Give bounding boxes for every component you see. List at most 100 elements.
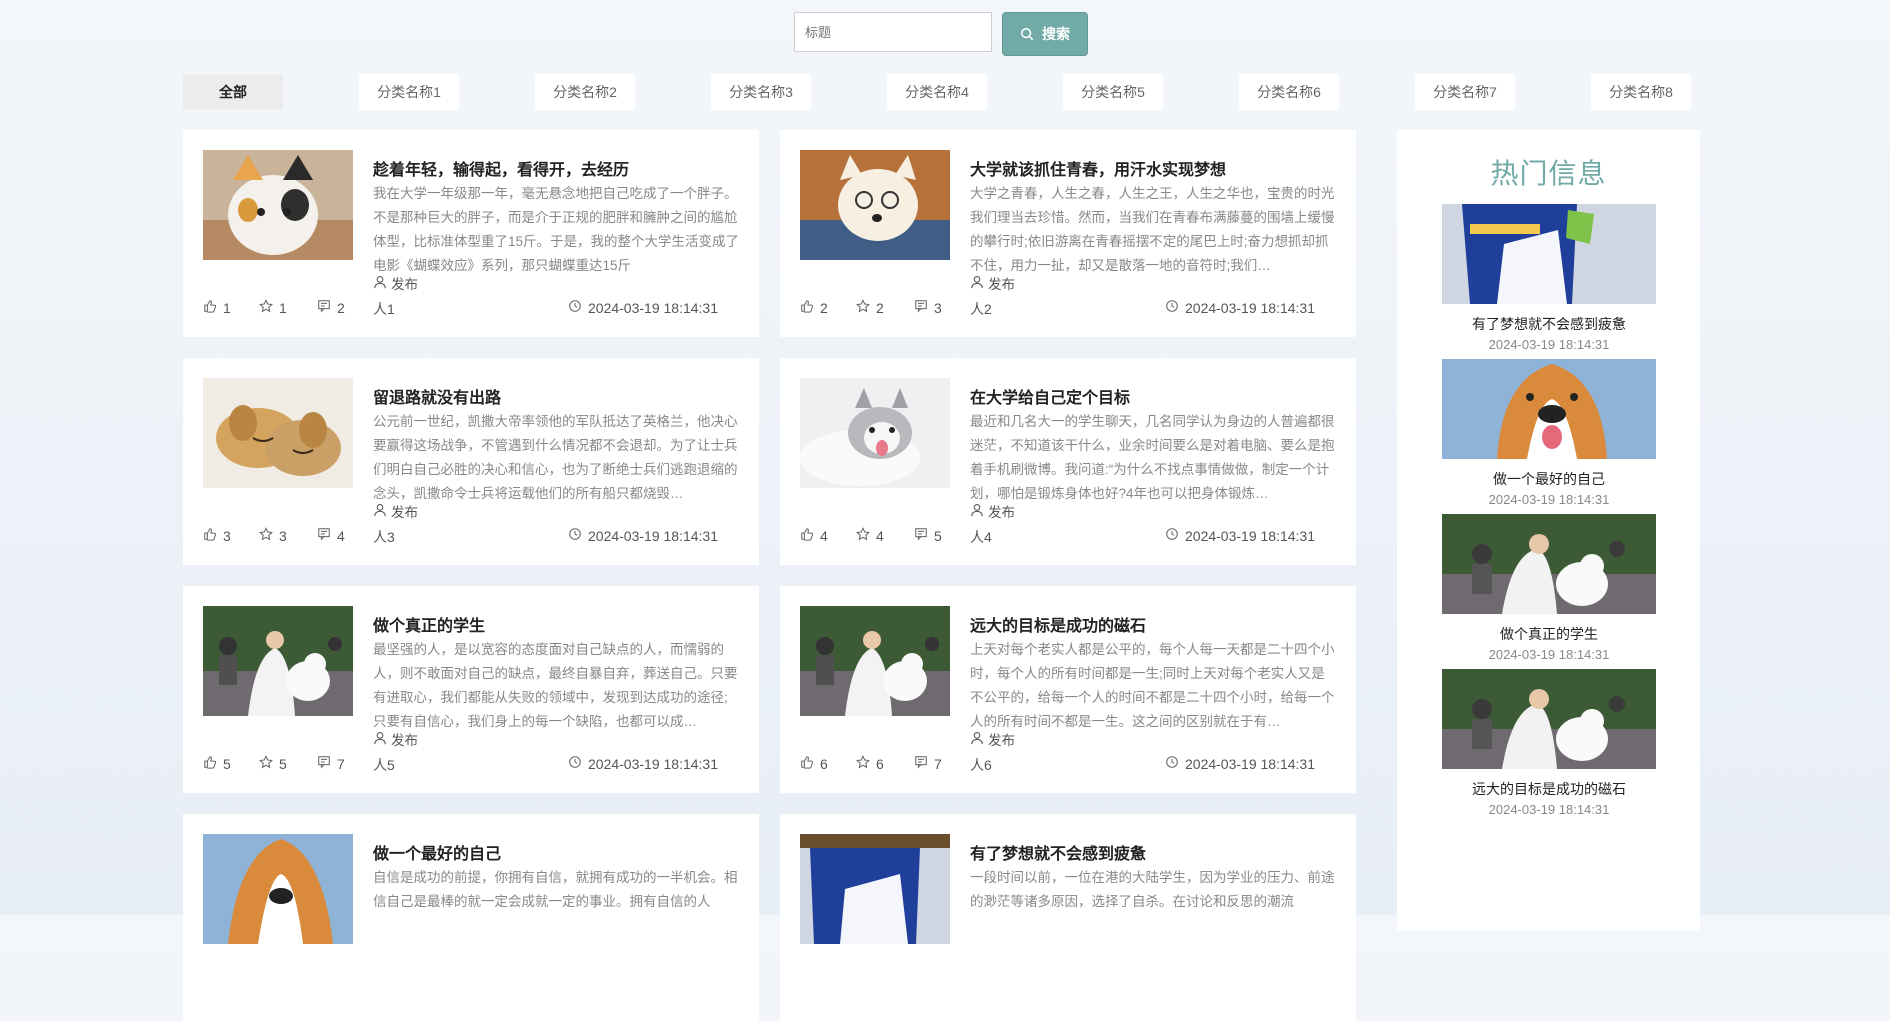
user-icon: [970, 275, 984, 292]
favorite-count-value: 1: [279, 299, 287, 316]
hot-item-title: 有了梦想就不会感到疲惫: [1472, 316, 1626, 332]
post-card[interactable]: 做一个最好的自己 自信是成功的前提，你拥有自信，就拥有成功的一半机会。相信自己是…: [183, 814, 759, 1021]
post-thumbnail[interactable]: [203, 378, 353, 488]
hot-item[interactable]: 做个真正的学生 2024-03-19 18:14:31: [1442, 514, 1656, 662]
thumbs-up-icon: [203, 527, 217, 544]
thumbs-up-icon: [800, 527, 814, 544]
like-count[interactable]: 3: [203, 527, 231, 544]
search-button-label: 搜索: [1042, 26, 1070, 42]
post-thumbnail[interactable]: [203, 150, 353, 260]
post-thumbnail[interactable]: [800, 150, 950, 260]
favorite-count-value: 4: [876, 527, 884, 544]
hot-item[interactable]: 有了梦想就不会感到疲惫 2024-03-19 18:14:31: [1442, 204, 1656, 352]
hot-item-title: 远大的目标是成功的磁石: [1472, 781, 1626, 797]
post-card[interactable]: 远大的目标是成功的磁石 上天对每个老实人都是公平的，每个人每一天都是二十四个小时…: [780, 586, 1356, 793]
user-icon: [373, 275, 387, 292]
user-icon: [970, 731, 984, 748]
favorite-count[interactable]: 5: [259, 755, 287, 772]
post-user: 人6: [970, 757, 992, 773]
post-date-value: 2024-03-19 18:14:31: [1185, 527, 1315, 544]
post-title[interactable]: 远大的目标是成功的磁石: [970, 612, 1146, 636]
category-tab-2[interactable]: 分类名称2: [535, 74, 635, 110]
post-user: 人2: [970, 301, 992, 317]
post-title[interactable]: 趁着年轻，输得起，看得开，去经历: [373, 156, 629, 180]
hot-item-image: [1442, 204, 1656, 304]
post-author-label: 发布: [391, 277, 418, 292]
category-tab-5[interactable]: 分类名称5: [1063, 74, 1163, 110]
post-date-value: 2024-03-19 18:14:31: [1185, 755, 1315, 772]
comment-count[interactable]: 7: [914, 755, 942, 772]
like-count[interactable]: 2: [800, 299, 828, 316]
comment-count[interactable]: 4: [317, 527, 345, 544]
comment-count[interactable]: 3: [914, 299, 942, 316]
post-date: 2024-03-19 18:14:31: [1165, 527, 1315, 544]
category-tab-8[interactable]: 分类名称8: [1591, 74, 1691, 110]
like-count[interactable]: 1: [203, 299, 231, 316]
favorite-count-value: 3: [279, 527, 287, 544]
post-thumbnail[interactable]: [800, 834, 950, 944]
like-count-value: 4: [820, 527, 828, 544]
comment-count[interactable]: 5: [914, 527, 942, 544]
favorite-count[interactable]: 1: [259, 299, 287, 316]
post-card[interactable]: 留退路就没有出路 公元前一世纪，凯撒大帝率领他的军队抵达了英格兰，他决心要赢得这…: [183, 358, 759, 565]
hot-item[interactable]: 做一个最好的自己 2024-03-19 18:14:31: [1442, 359, 1656, 507]
comment-icon: [914, 299, 928, 316]
post-date-value: 2024-03-19 18:14:31: [1185, 299, 1315, 316]
post-card[interactable]: 做个真正的学生 最坚强的人，是以宽容的态度面对自己缺点的人，而懦弱的人，则不敢面…: [183, 586, 759, 793]
post-thumbnail[interactable]: [203, 834, 353, 944]
post-card[interactable]: 有了梦想就不会感到疲惫 一段时间以前，一位在港的大陆学生，因为学业的压力、前途的…: [780, 814, 1356, 1021]
post-author: 发布: [970, 501, 1015, 521]
favorite-count[interactable]: 6: [856, 755, 884, 772]
post-date: 2024-03-19 18:14:31: [568, 299, 718, 316]
category-tab-7[interactable]: 分类名称7: [1415, 74, 1515, 110]
category-tab-4[interactable]: 分类名称4: [887, 74, 987, 110]
hot-item-image: [1442, 669, 1656, 769]
post-thumbnail[interactable]: [203, 606, 353, 716]
clock-icon: [1165, 299, 1179, 316]
category-tab-3[interactable]: 分类名称3: [711, 74, 811, 110]
hot-item[interactable]: 远大的目标是成功的磁石 2024-03-19 18:14:31: [1442, 669, 1656, 817]
post-excerpt: 公元前一世纪，凯撒大帝率领他的军队抵达了英格兰，他决心要赢得这场战争，不管遇到什…: [373, 414, 738, 501]
favorite-count[interactable]: 2: [856, 299, 884, 316]
post-title[interactable]: 有了梦想就不会感到疲惫: [970, 840, 1146, 864]
post-card[interactable]: 大学就该抓住青春，用汗水实现梦想 大学之青春，人生之春，人生之王，人生之华也，宝…: [780, 130, 1356, 337]
category-tab-1[interactable]: 分类名称1: [359, 74, 459, 110]
post-title[interactable]: 做一个最好的自己: [373, 840, 501, 864]
like-count[interactable]: 4: [800, 527, 828, 544]
comment-count[interactable]: 2: [317, 299, 345, 316]
post-title[interactable]: 在大学给自己定个目标: [970, 384, 1130, 408]
post-card[interactable]: 趁着年轻，输得起，看得开，去经历 我在大学一年级那一年，毫无悬念地把自己吃成了一…: [183, 130, 759, 337]
post-thumbnail[interactable]: [800, 606, 950, 716]
search-button[interactable]: 搜索: [1002, 12, 1088, 56]
post-date-value: 2024-03-19 18:14:31: [588, 299, 718, 316]
like-count-value: 1: [223, 299, 231, 316]
comment-count[interactable]: 7: [317, 755, 345, 772]
like-count[interactable]: 6: [800, 755, 828, 772]
post-stats: 6 6 7 人6 2024-03-19 18:14:31: [800, 755, 1336, 775]
favorite-count[interactable]: 3: [259, 527, 287, 544]
post-author-label: 发布: [391, 505, 418, 520]
post-date: 2024-03-19 18:14:31: [1165, 755, 1315, 772]
like-count[interactable]: 5: [203, 755, 231, 772]
comment-count-value: 7: [934, 755, 942, 772]
post-title[interactable]: 留退路就没有出路: [373, 384, 501, 408]
post-card[interactable]: 在大学给自己定个目标 最近和几名大一的学生聊天，几名同学认为身边的人普遍都很迷茫…: [780, 358, 1356, 565]
post-date: 2024-03-19 18:14:31: [568, 755, 718, 772]
category-tab-all[interactable]: 全部: [183, 74, 283, 110]
post-thumbnail[interactable]: [800, 378, 950, 488]
thumbs-up-icon: [800, 299, 814, 316]
hot-info-panel: 热门信息 有了梦想就不会感到疲惫 2024-03-19 18:14:31 做一个…: [1397, 130, 1700, 930]
post-user: 人3: [373, 529, 395, 545]
category-tab-6[interactable]: 分类名称6: [1239, 74, 1339, 110]
post-title[interactable]: 做个真正的学生: [373, 612, 485, 636]
favorite-count-value: 2: [876, 299, 884, 316]
post-date: 2024-03-19 18:14:31: [1165, 299, 1315, 316]
post-author-label: 发布: [988, 505, 1015, 520]
comment-count-value: 2: [337, 299, 345, 316]
favorite-count[interactable]: 4: [856, 527, 884, 544]
post-title[interactable]: 大学就该抓住青春，用汗水实现梦想: [970, 156, 1226, 180]
post-stats: 1 1 2 人1 2024-03-19 18:14:31: [203, 299, 739, 319]
search-input[interactable]: [794, 12, 992, 52]
comment-count-value: 5: [934, 527, 942, 544]
post-author: 发布: [373, 273, 418, 293]
